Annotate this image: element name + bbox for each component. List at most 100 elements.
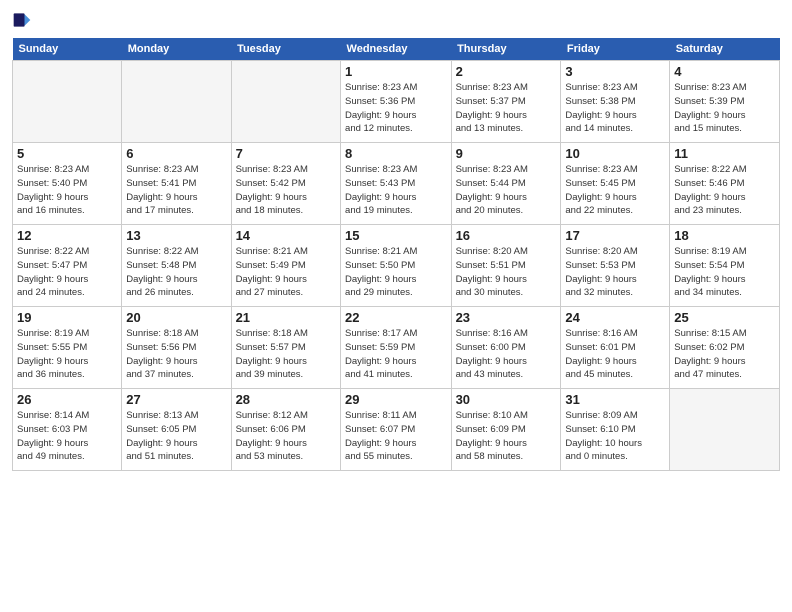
day-cell: 31 Sunrise: 8:09 AM Sunset: 6:10 PM Dayli… [561, 389, 670, 471]
day-number: 25 [674, 310, 775, 325]
day-cell: 13Sunrise: 8:22 AM Sunset: 5:48 PM Dayli… [122, 225, 231, 307]
day-number: 31 [565, 392, 665, 407]
day-cell [231, 61, 340, 143]
day-cell: 2 Sunrise: 8:23 AM Sunset: 5:37 PM Daylig… [451, 61, 561, 143]
day-cell: 30Sunrise: 8:10 AM Sunset: 6:09 PM Dayli… [451, 389, 561, 471]
day-info: Sunrise: 8:19 AM Sunset: 5:54 PM Dayligh… [674, 245, 775, 300]
logo-icon [12, 10, 32, 30]
day-cell: 17 Sunrise: 8:20 AM Sunset: 5:53 PM Dayli… [561, 225, 670, 307]
day-number: 5 [17, 146, 117, 161]
weekday-friday: Friday [561, 38, 670, 61]
day-cell: 29 Sunrise: 8:11 AM Sunset: 6:07 PM Dayli… [341, 389, 452, 471]
day-cell: 19Sunrise: 8:19 AM Sunset: 5:55 PM Dayli… [13, 307, 122, 389]
day-cell: 27 Sunrise: 8:13 AM Sunset: 6:05 PM Dayli… [122, 389, 231, 471]
page: SundayMondayTuesdayWednesdayThursdayFrid… [0, 0, 792, 612]
week-row-4: 19Sunrise: 8:19 AM Sunset: 5:55 PM Dayli… [13, 307, 780, 389]
day-info: Sunrise: 8:11 AM Sunset: 6:07 PM Dayligh… [345, 409, 447, 464]
day-cell: 11 Sunrise: 8:22 AM Sunset: 5:46 PM Dayli… [670, 143, 780, 225]
day-number: 17 [565, 228, 665, 243]
calendar: SundayMondayTuesdayWednesdayThursdayFrid… [12, 38, 780, 471]
day-number: 6 [126, 146, 226, 161]
day-info: Sunrise: 8:22 AM Sunset: 5:46 PM Dayligh… [674, 163, 775, 218]
day-number: 8 [345, 146, 447, 161]
weekday-saturday: Saturday [670, 38, 780, 61]
day-cell: 14 Sunrise: 8:21 AM Sunset: 5:49 PM Dayli… [231, 225, 340, 307]
day-number: 14 [236, 228, 336, 243]
day-number: 15 [345, 228, 447, 243]
day-info: Sunrise: 8:14 AM Sunset: 6:03 PM Dayligh… [17, 409, 117, 464]
day-number: 1 [345, 64, 447, 79]
day-cell: 10Sunrise: 8:23 AM Sunset: 5:45 PM Dayli… [561, 143, 670, 225]
day-info: Sunrise: 8:23 AM Sunset: 5:44 PM Dayligh… [456, 163, 557, 218]
day-number: 12 [17, 228, 117, 243]
day-number: 7 [236, 146, 336, 161]
day-cell: 9 Sunrise: 8:23 AM Sunset: 5:44 PM Daylig… [451, 143, 561, 225]
day-cell: 18 Sunrise: 8:19 AM Sunset: 5:54 PM Dayli… [670, 225, 780, 307]
day-cell: 24Sunrise: 8:16 AM Sunset: 6:01 PM Dayli… [561, 307, 670, 389]
day-info: Sunrise: 8:23 AM Sunset: 5:40 PM Dayligh… [17, 163, 117, 218]
weekday-sunday: Sunday [13, 38, 122, 61]
day-number: 24 [565, 310, 665, 325]
day-info: Sunrise: 8:23 AM Sunset: 5:43 PM Dayligh… [345, 163, 447, 218]
day-cell [670, 389, 780, 471]
day-cell: 15 Sunrise: 8:21 AM Sunset: 5:50 PM Dayli… [341, 225, 452, 307]
day-info: Sunrise: 8:23 AM Sunset: 5:38 PM Dayligh… [565, 81, 665, 136]
day-info: Sunrise: 8:18 AM Sunset: 5:56 PM Dayligh… [126, 327, 226, 382]
day-cell: 21Sunrise: 8:18 AM Sunset: 5:57 PM Dayli… [231, 307, 340, 389]
day-info: Sunrise: 8:23 AM Sunset: 5:36 PM Dayligh… [345, 81, 447, 136]
day-info: Sunrise: 8:21 AM Sunset: 5:49 PM Dayligh… [236, 245, 336, 300]
day-cell: 1 Sunrise: 8:23 AM Sunset: 5:36 PM Daylig… [341, 61, 452, 143]
day-cell [122, 61, 231, 143]
day-info: Sunrise: 8:23 AM Sunset: 5:39 PM Dayligh… [674, 81, 775, 136]
week-row-3: 12 Sunrise: 8:22 AM Sunset: 5:47 PM Dayli… [13, 225, 780, 307]
week-row-1: 1 Sunrise: 8:23 AM Sunset: 5:36 PM Daylig… [13, 61, 780, 143]
day-number: 10 [565, 146, 665, 161]
day-info: Sunrise: 8:17 AM Sunset: 5:59 PM Dayligh… [345, 327, 447, 382]
day-info: Sunrise: 8:16 AM Sunset: 6:00 PM Dayligh… [456, 327, 557, 382]
day-number: 22 [345, 310, 447, 325]
day-cell: 5 Sunrise: 8:23 AM Sunset: 5:40 PM Daylig… [13, 143, 122, 225]
weekday-header-row: SundayMondayTuesdayWednesdayThursdayFrid… [13, 38, 780, 61]
weekday-tuesday: Tuesday [231, 38, 340, 61]
day-number: 27 [126, 392, 226, 407]
logo [12, 10, 36, 30]
day-number: 3 [565, 64, 665, 79]
day-info: Sunrise: 8:18 AM Sunset: 5:57 PM Dayligh… [236, 327, 336, 382]
week-row-5: 26Sunrise: 8:14 AM Sunset: 6:03 PM Dayli… [13, 389, 780, 471]
day-cell: 26Sunrise: 8:14 AM Sunset: 6:03 PM Dayli… [13, 389, 122, 471]
day-info: Sunrise: 8:20 AM Sunset: 5:53 PM Dayligh… [565, 245, 665, 300]
day-number: 2 [456, 64, 557, 79]
weekday-wednesday: Wednesday [341, 38, 452, 61]
weekday-thursday: Thursday [451, 38, 561, 61]
day-number: 28 [236, 392, 336, 407]
day-info: Sunrise: 8:13 AM Sunset: 6:05 PM Dayligh… [126, 409, 226, 464]
day-number: 11 [674, 146, 775, 161]
day-number: 9 [456, 146, 557, 161]
day-info: Sunrise: 8:21 AM Sunset: 5:50 PM Dayligh… [345, 245, 447, 300]
day-cell: 8 Sunrise: 8:23 AM Sunset: 5:43 PM Daylig… [341, 143, 452, 225]
day-info: Sunrise: 8:09 AM Sunset: 6:10 PM Dayligh… [565, 409, 665, 464]
day-cell: 6Sunrise: 8:23 AM Sunset: 5:41 PM Daylig… [122, 143, 231, 225]
day-cell: 23Sunrise: 8:16 AM Sunset: 6:00 PM Dayli… [451, 307, 561, 389]
day-number: 30 [456, 392, 557, 407]
day-cell: 4Sunrise: 8:23 AM Sunset: 5:39 PM Daylig… [670, 61, 780, 143]
day-info: Sunrise: 8:15 AM Sunset: 6:02 PM Dayligh… [674, 327, 775, 382]
day-info: Sunrise: 8:20 AM Sunset: 5:51 PM Dayligh… [456, 245, 557, 300]
day-number: 20 [126, 310, 226, 325]
day-info: Sunrise: 8:23 AM Sunset: 5:37 PM Dayligh… [456, 81, 557, 136]
day-number: 18 [674, 228, 775, 243]
day-number: 19 [17, 310, 117, 325]
day-cell: 12 Sunrise: 8:22 AM Sunset: 5:47 PM Dayli… [13, 225, 122, 307]
day-cell: 3 Sunrise: 8:23 AM Sunset: 5:38 PM Daylig… [561, 61, 670, 143]
week-row-2: 5 Sunrise: 8:23 AM Sunset: 5:40 PM Daylig… [13, 143, 780, 225]
day-number: 29 [345, 392, 447, 407]
day-cell [13, 61, 122, 143]
day-cell: 7 Sunrise: 8:23 AM Sunset: 5:42 PM Daylig… [231, 143, 340, 225]
day-info: Sunrise: 8:22 AM Sunset: 5:47 PM Dayligh… [17, 245, 117, 300]
day-info: Sunrise: 8:12 AM Sunset: 6:06 PM Dayligh… [236, 409, 336, 464]
day-info: Sunrise: 8:23 AM Sunset: 5:42 PM Dayligh… [236, 163, 336, 218]
header [12, 10, 780, 30]
day-cell: 28 Sunrise: 8:12 AM Sunset: 6:06 PM Dayli… [231, 389, 340, 471]
day-cell: 25 Sunrise: 8:15 AM Sunset: 6:02 PM Dayli… [670, 307, 780, 389]
day-cell: 22 Sunrise: 8:17 AM Sunset: 5:59 PM Dayli… [341, 307, 452, 389]
